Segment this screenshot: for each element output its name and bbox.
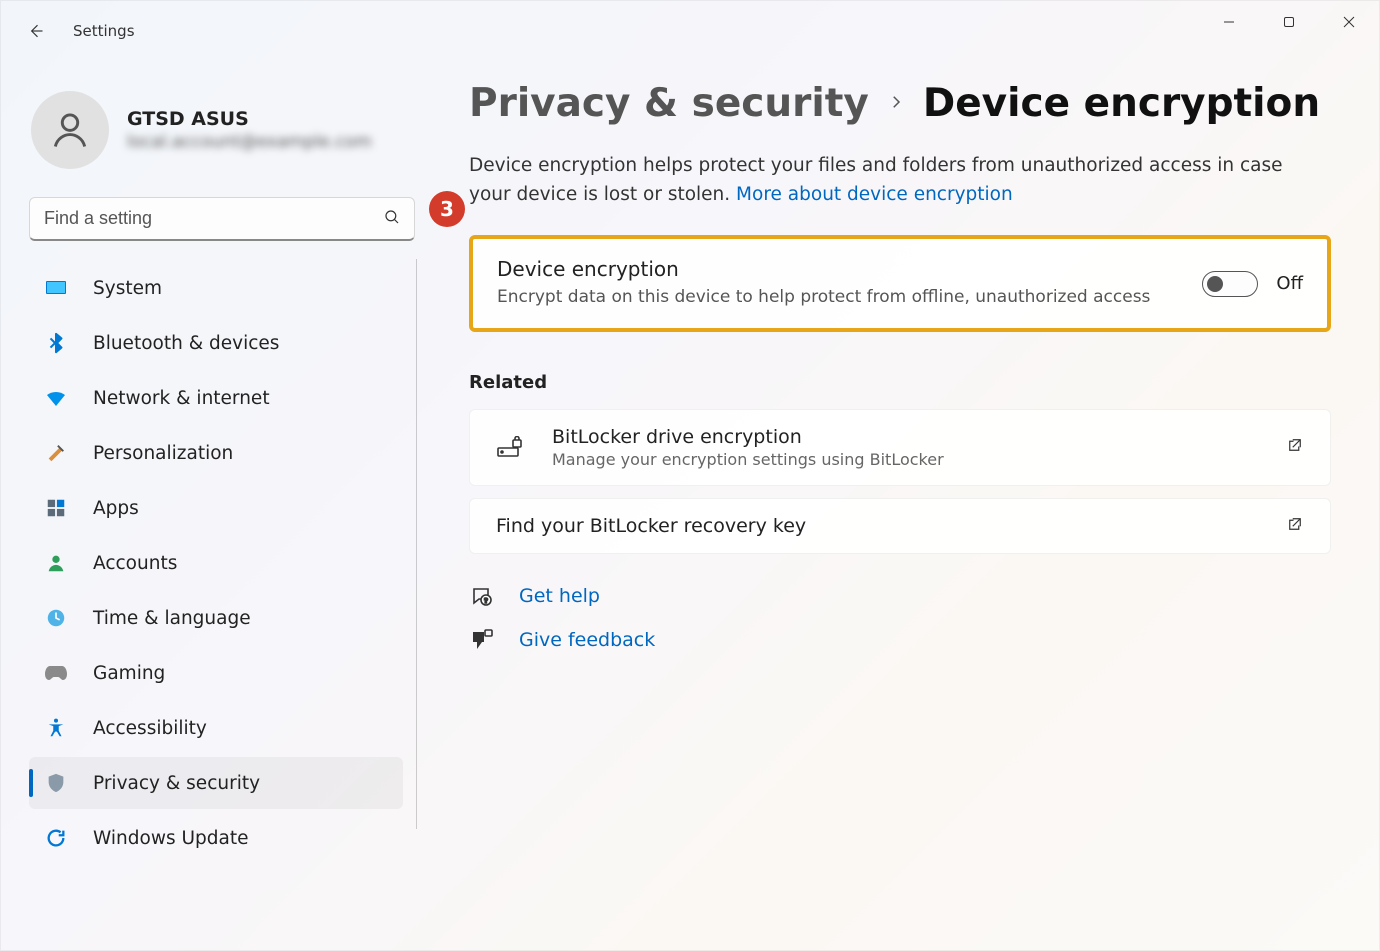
nav-item-label: Windows Update xyxy=(93,828,248,849)
open-external-icon xyxy=(1286,436,1304,458)
nav-item-label: Time & language xyxy=(93,608,251,629)
related-heading: Related xyxy=(469,372,1331,393)
help-links: ? Get help Give feedback xyxy=(469,584,1331,652)
paintbrush-icon xyxy=(43,440,69,466)
back-button[interactable] xyxy=(15,11,55,51)
help-icon: ? xyxy=(469,584,495,608)
nav-item-label: System xyxy=(93,278,162,299)
profile-text: GTSD ASUS local.account@example.com xyxy=(127,108,372,152)
toggle-state-label: Off xyxy=(1276,273,1303,294)
nav-item-privacy[interactable]: Privacy & security xyxy=(29,757,403,809)
related-item-title: BitLocker drive encryption xyxy=(552,426,1258,448)
nav-item-label: Network & internet xyxy=(93,388,270,409)
window-controls xyxy=(1199,1,1379,43)
accessibility-icon xyxy=(43,715,69,741)
related-item-recovery-key[interactable]: Find your BitLocker recovery key xyxy=(469,498,1331,554)
account-icon xyxy=(43,550,69,576)
search-container xyxy=(29,197,415,241)
nav-item-gaming[interactable]: Gaming xyxy=(29,647,403,699)
related-item-bitlocker[interactable]: BitLocker drive encryption Manage your e… xyxy=(469,409,1331,486)
get-help-row: ? Get help xyxy=(469,584,1331,608)
nav-item-label: Accounts xyxy=(93,553,177,574)
close-button[interactable] xyxy=(1319,1,1379,43)
toggle-group: Off xyxy=(1202,271,1303,297)
related-item-title: Find your BitLocker recovery key xyxy=(496,515,1258,537)
nav-item-label: Bluetooth & devices xyxy=(93,333,279,354)
close-icon xyxy=(1343,16,1355,28)
annotation-step-badge: 3 xyxy=(429,191,465,227)
search-input[interactable] xyxy=(29,197,415,241)
nav-item-apps[interactable]: Apps xyxy=(29,482,403,534)
nav-item-system[interactable]: System xyxy=(29,262,403,314)
related-item-subtitle: Manage your encryption settings using Bi… xyxy=(552,450,1258,469)
arrow-left-icon xyxy=(25,21,45,41)
breadcrumb-current: Device encryption xyxy=(923,81,1320,126)
search-icon xyxy=(383,208,401,230)
card-body: Device encryption Encrypt data on this d… xyxy=(497,257,1178,310)
lock-drive-icon xyxy=(496,436,524,458)
sidebar: GTSD ASUS local.account@example.com Syst… xyxy=(1,61,429,950)
nav-divider xyxy=(416,259,417,829)
svg-text:?: ? xyxy=(484,597,488,605)
give-feedback-link[interactable]: Give feedback xyxy=(519,629,655,651)
breadcrumb: Privacy & security Device encryption xyxy=(469,81,1331,126)
toggle-knob xyxy=(1207,276,1223,292)
card-title: Device encryption xyxy=(497,257,1178,281)
avatar xyxy=(31,91,109,169)
settings-window: Settings 3 GTSD ASUS local.accoun xyxy=(0,0,1380,951)
related-item-body: Find your BitLocker recovery key xyxy=(496,515,1258,537)
nav-item-bluetooth[interactable]: Bluetooth & devices xyxy=(29,317,403,369)
card-subtitle: Encrypt data on this device to help prot… xyxy=(497,285,1178,310)
window-body: GTSD ASUS local.account@example.com Syst… xyxy=(1,61,1379,950)
main-content: Privacy & security Device encryption Dev… xyxy=(429,61,1379,950)
nav-item-update[interactable]: Windows Update xyxy=(29,812,403,864)
nav-item-accounts[interactable]: Accounts xyxy=(29,537,403,589)
nav-item-accessibility[interactable]: Accessibility xyxy=(29,702,403,754)
person-icon xyxy=(48,108,92,152)
maximize-icon xyxy=(1283,16,1295,28)
update-icon xyxy=(43,825,69,851)
get-help-link[interactable]: Get help xyxy=(519,585,600,607)
page-description: Device encryption helps protect your fil… xyxy=(469,152,1289,209)
more-about-link[interactable]: More about device encryption xyxy=(736,184,1013,205)
gamepad-icon xyxy=(43,660,69,686)
device-encryption-toggle[interactable] xyxy=(1202,271,1258,297)
device-encryption-card: Device encryption Encrypt data on this d… xyxy=(469,235,1331,332)
app-title: Settings xyxy=(73,22,135,40)
wifi-icon xyxy=(43,385,69,411)
nav-list: System Bluetooth & devices Network & int… xyxy=(29,259,417,950)
minimize-icon xyxy=(1223,16,1235,28)
title-bar: Settings xyxy=(1,1,1379,61)
give-feedback-row: Give feedback xyxy=(469,628,1331,652)
nav-item-label: Gaming xyxy=(93,663,165,684)
nav-item-label: Personalization xyxy=(93,443,233,464)
profile-name: GTSD ASUS xyxy=(127,108,372,130)
apps-icon xyxy=(43,495,69,521)
profile-block[interactable]: GTSD ASUS local.account@example.com xyxy=(29,79,415,197)
clock-globe-icon xyxy=(43,605,69,631)
chevron-right-icon xyxy=(887,93,905,115)
feedback-icon xyxy=(469,628,495,652)
minimize-button[interactable] xyxy=(1199,1,1259,43)
open-external-icon xyxy=(1286,515,1304,537)
nav-item-personalization[interactable]: Personalization xyxy=(29,427,403,479)
nav-item-network[interactable]: Network & internet xyxy=(29,372,403,424)
related-item-body: BitLocker drive encryption Manage your e… xyxy=(552,426,1258,469)
nav-item-label: Accessibility xyxy=(93,718,207,739)
nav-item-label: Privacy & security xyxy=(93,773,260,794)
maximize-button[interactable] xyxy=(1259,1,1319,43)
bluetooth-icon xyxy=(43,330,69,356)
breadcrumb-parent[interactable]: Privacy & security xyxy=(469,81,869,126)
monitor-icon xyxy=(43,275,69,301)
nav-item-label: Apps xyxy=(93,498,139,519)
shield-icon xyxy=(43,770,69,796)
nav-item-time[interactable]: Time & language xyxy=(29,592,403,644)
profile-email: local.account@example.com xyxy=(127,132,372,152)
